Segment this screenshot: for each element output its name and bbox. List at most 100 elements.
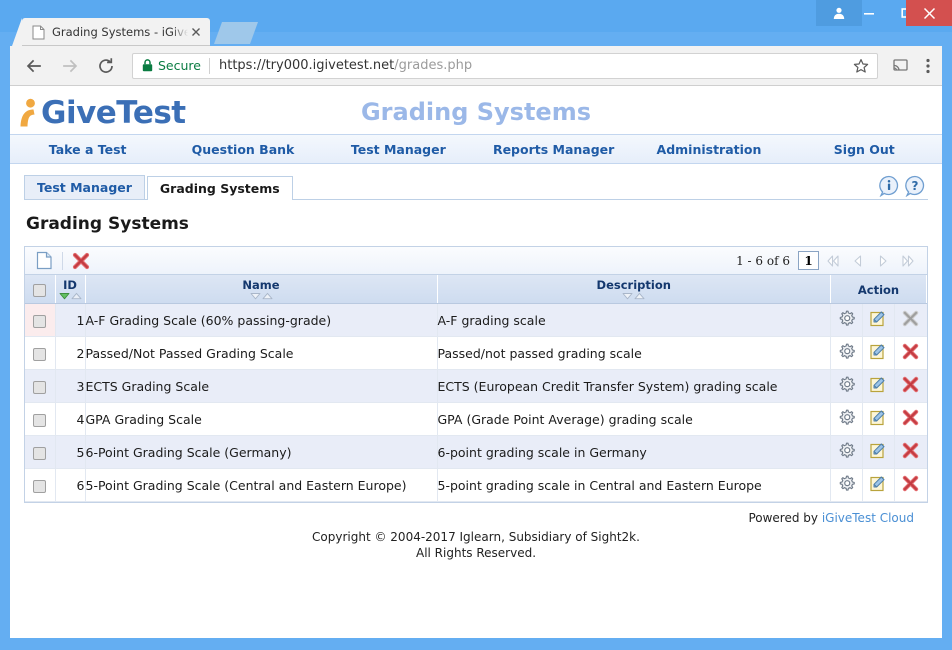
- delete-icon: [903, 376, 919, 393]
- new-tab-button[interactable]: [213, 22, 259, 44]
- row-checkbox[interactable]: [33, 479, 47, 493]
- sort-asc-icon[interactable]: [262, 292, 273, 300]
- table-row[interactable]: 1 A-F Grading Scale (60% passing-grade) A-…: [25, 303, 927, 338]
- action-delete-button[interactable]: [894, 435, 927, 470]
- nav-item-question-bank[interactable]: Question Bank: [165, 142, 320, 157]
- column-header-description[interactable]: Description: [437, 275, 831, 305]
- tab-close-button[interactable]: [188, 24, 204, 40]
- browser-toolbar: Secure https://try000.igivetest.net/grad…: [10, 46, 942, 86]
- page-title: Grading Systems: [360, 98, 591, 126]
- tab-test-manager[interactable]: Test Manager: [24, 175, 145, 199]
- edit-icon: [870, 377, 885, 393]
- action-edit-button[interactable]: [862, 303, 895, 338]
- action-edit-button[interactable]: [862, 468, 895, 503]
- action-settings-button[interactable]: [830, 303, 863, 338]
- page-content: Test Manager Grading Systems ? Grading S…: [10, 164, 942, 561]
- tab-grading-systems[interactable]: Grading Systems: [146, 176, 293, 200]
- delete-selected-button[interactable]: [68, 250, 94, 272]
- column-label-id: ID: [63, 278, 77, 292]
- pager-prev-button[interactable]: [847, 251, 869, 271]
- row-checkbox[interactable]: [33, 446, 47, 460]
- row-select-cell[interactable]: [25, 303, 56, 338]
- action-settings-button[interactable]: [830, 435, 863, 470]
- action-edit-button[interactable]: [862, 336, 895, 371]
- pager-first-button[interactable]: [822, 251, 844, 271]
- nav-item-reports-manager[interactable]: Reports Manager: [476, 142, 631, 157]
- sort-asc-icon[interactable]: [71, 292, 82, 300]
- action-settings-button[interactable]: [830, 468, 863, 503]
- table-row[interactable]: 3 ECTS Grading Scale ECTS (European Credit…: [25, 369, 927, 404]
- sort-asc-icon[interactable]: [634, 292, 645, 300]
- grading-systems-grid: 1 - 6 of 6 1 ID Name Description Action …: [24, 246, 928, 504]
- gear-icon: [839, 376, 855, 392]
- action-settings-button[interactable]: [830, 336, 863, 371]
- table-row[interactable]: 5 6-Point Grading Scale (Germany) 6-point …: [25, 435, 927, 470]
- row-checkbox[interactable]: [33, 347, 47, 361]
- row-select-cell[interactable]: [25, 336, 56, 371]
- action-delete-button[interactable]: [894, 369, 927, 404]
- delete-icon: [903, 409, 919, 426]
- action-edit-button[interactable]: [862, 402, 895, 437]
- help-button[interactable]: ?: [904, 175, 926, 197]
- bookmark-star-icon[interactable]: [851, 58, 871, 74]
- edit-icon: [870, 476, 885, 492]
- column-select-all[interactable]: [25, 275, 56, 305]
- address-bar[interactable]: Secure https://try000.igivetest.net/grad…: [132, 52, 878, 79]
- pager-page-input[interactable]: 1: [798, 251, 819, 270]
- nav-item-sign-out[interactable]: Sign Out: [787, 142, 942, 157]
- row-select-cell[interactable]: [25, 468, 56, 503]
- pager-range-label: 1 - 6 of 6: [736, 253, 790, 268]
- sort-desc-icon[interactable]: [622, 292, 633, 300]
- pager-last-button[interactable]: [897, 251, 919, 271]
- nav-item-test-manager[interactable]: Test Manager: [321, 142, 476, 157]
- action-delete-button[interactable]: [894, 468, 927, 503]
- cell-description: 6-point grading scale in Germany: [437, 435, 831, 470]
- chevron-right-icon: [879, 254, 887, 267]
- gear-icon: [839, 442, 855, 458]
- cell-name: Passed/Not Passed Grading Scale: [85, 336, 438, 371]
- table-row[interactable]: 6 5-Point Grading Scale (Central and East…: [25, 468, 927, 503]
- sort-desc-icon[interactable]: [59, 292, 70, 300]
- cast-button[interactable]: [886, 52, 914, 80]
- table-row[interactable]: 2 Passed/Not Passed Grading Scale Passed/n…: [25, 336, 927, 371]
- url-domain: https://try000.igivetest.net: [218, 58, 395, 73]
- action-edit-button[interactable]: [862, 435, 895, 470]
- row-select-cell[interactable]: [25, 435, 56, 470]
- browser-tab[interactable]: Grading Systems - iGiveT: [12, 18, 210, 46]
- cell-name: 5-Point Grading Scale (Central and Easte…: [85, 468, 438, 503]
- action-delete-button[interactable]: [894, 336, 927, 371]
- column-header-name[interactable]: Name: [85, 275, 438, 305]
- info-button[interactable]: [878, 175, 900, 197]
- chevron-double-right-icon: [902, 254, 914, 267]
- gear-icon: [839, 343, 855, 359]
- column-label-action: Action: [857, 282, 900, 297]
- table-row[interactable]: 4 GPA Grading Scale GPA (Grade Point Avera…: [25, 402, 927, 437]
- main-navigation: Take a Test Question Bank Test Manager R…: [10, 134, 942, 164]
- cell-description: 5-point grading scale in Central and Eas…: [437, 468, 831, 503]
- row-select-cell[interactable]: [25, 402, 56, 437]
- row-checkbox[interactable]: [33, 314, 47, 328]
- row-checkbox[interactable]: [33, 413, 47, 427]
- action-edit-button[interactable]: [862, 369, 895, 404]
- back-button[interactable]: [18, 50, 50, 82]
- page-footer: Powered by iGiveTest Cloud Copyright © 2…: [24, 503, 928, 561]
- reload-icon: [99, 57, 113, 73]
- cell-id: 6: [55, 468, 86, 503]
- igivetest-cloud-link[interactable]: iGiveTest Cloud: [822, 511, 914, 525]
- new-grading-system-button[interactable]: [31, 250, 57, 272]
- column-header-id[interactable]: ID: [55, 275, 86, 305]
- sort-desc-icon[interactable]: [250, 292, 261, 300]
- select-all-checkbox[interactable]: [33, 283, 47, 297]
- action-settings-button[interactable]: [830, 402, 863, 437]
- cell-id: 1: [55, 303, 86, 338]
- row-checkbox[interactable]: [33, 380, 47, 394]
- action-delete-button[interactable]: [894, 402, 927, 437]
- row-select-cell[interactable]: [25, 369, 56, 404]
- forward-button[interactable]: [54, 50, 86, 82]
- nav-item-administration[interactable]: Administration: [631, 142, 786, 157]
- action-settings-button[interactable]: [830, 369, 863, 404]
- nav-item-take-a-test[interactable]: Take a Test: [10, 142, 165, 157]
- browser-menu-button[interactable]: [914, 52, 942, 80]
- pager-next-button[interactable]: [872, 251, 894, 271]
- reload-button[interactable]: [90, 50, 122, 82]
